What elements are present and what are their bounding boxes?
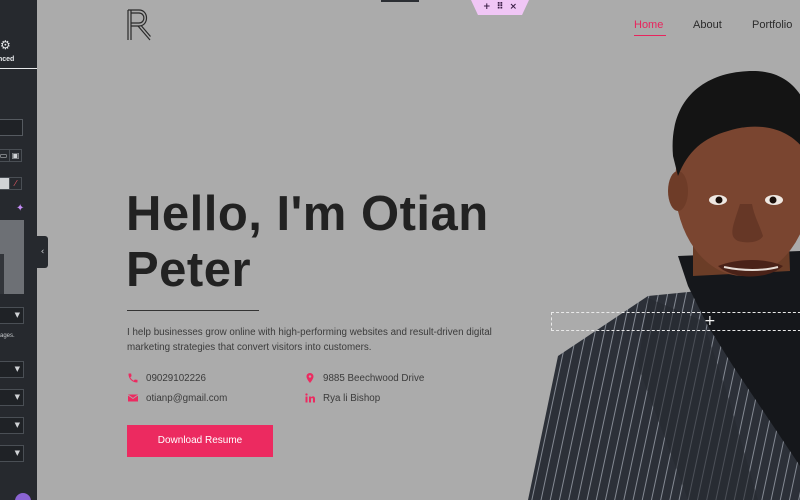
chevron-down-icon: ▼ [14, 449, 20, 457]
section-handle[interactable]: + ⠿ × [471, 0, 529, 15]
ai-sparkle-icon[interactable]: ✦ [16, 203, 24, 214]
email-icon [127, 392, 139, 404]
hero-description: I help businesses grow online with high-… [127, 327, 492, 353]
contact-text: Rya li Bishop [323, 392, 381, 404]
contact-linkedin[interactable]: Rya li Bishop [304, 392, 380, 404]
editor-side-panel: ⚙ nced ▭ ▣ ⁄ ✦ ▼ ages. ▼ ▼ ▼ ▼ [0, 0, 37, 500]
chevron-down-icon: ▼ [14, 393, 20, 401]
panel-select[interactable]: ▼ [0, 307, 24, 324]
panel-help-text: ages. [0, 333, 15, 339]
panel-select[interactable]: ▼ [0, 389, 24, 406]
clear-color-icon[interactable]: ⁄ [9, 177, 22, 190]
divider [127, 310, 259, 311]
contact-text: 09029102226 [146, 372, 206, 384]
hero-title-line-2: Peter [126, 243, 252, 297]
phone-icon [127, 372, 139, 384]
drag-handle-icon[interactable]: ⠿ [496, 3, 503, 12]
contact-text: otianp@gmail.com [146, 392, 228, 404]
chevron-down-icon: ▼ [14, 365, 20, 373]
nav-link-about[interactable]: About [693, 19, 722, 31]
nav-active-underline [634, 35, 666, 36]
contact-phone[interactable]: 09029102226 [127, 372, 206, 384]
drop-zone[interactable] [551, 312, 800, 331]
close-icon[interactable]: × [509, 3, 517, 12]
nav-link-home[interactable]: Home [634, 19, 663, 31]
chevron-down-icon: ▼ [14, 311, 20, 319]
editor-top-strip [381, 0, 419, 2]
contact-address[interactable]: 9885 Beechwood Drive [304, 372, 424, 384]
advanced-tab-label[interactable]: nced [0, 56, 14, 63]
panel-select[interactable]: ▼ [0, 445, 24, 462]
site-logo[interactable] [126, 9, 152, 41]
hero-title-line-1: Hello, I'm Otian [126, 187, 489, 241]
panel-text-field[interactable] [0, 119, 23, 136]
contact-email[interactable]: otianp@gmail.com [127, 392, 227, 404]
add-section-icon[interactable]: + [483, 3, 491, 12]
panel-select[interactable]: ▼ [0, 361, 24, 378]
gear-icon[interactable]: ⚙ [0, 38, 11, 52]
hero-title: Hello, I'm Otian Peter [126, 186, 566, 298]
assistant-orb-icon[interactable] [15, 493, 31, 500]
add-element-icon[interactable]: + [704, 313, 716, 329]
linkedin-icon [304, 392, 316, 404]
download-resume-button[interactable]: Download Resume [127, 425, 273, 457]
nav-link-portfolio[interactable]: Portfolio [752, 19, 792, 31]
collapse-panel-button[interactable]: ‹ [37, 236, 48, 268]
image-icon[interactable]: ▣ [9, 149, 22, 162]
hero-portrait-image[interactable] [528, 66, 800, 500]
chevron-left-icon: ‹ [40, 247, 45, 257]
contact-text: 9885 Beechwood Drive [323, 372, 425, 384]
image-preview-detail [0, 254, 4, 294]
location-icon [304, 372, 316, 384]
panel-select[interactable]: ▼ [0, 417, 24, 434]
chevron-down-icon: ▼ [14, 421, 20, 429]
active-tab-indicator [0, 68, 37, 69]
